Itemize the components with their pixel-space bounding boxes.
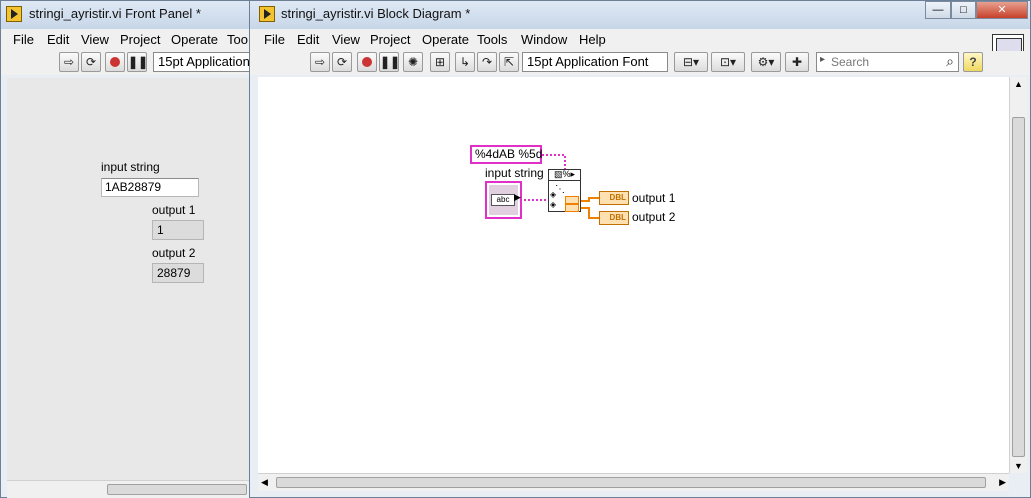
font-selector[interactable]: 15pt Application	[153, 52, 263, 72]
menu-operate[interactable]: Operate	[171, 32, 218, 47]
output-1-indicator: 1	[152, 220, 204, 240]
menu-file[interactable]: File	[13, 32, 34, 47]
output-1-wire	[581, 197, 599, 202]
font-selector[interactable]: 15pt Application Font	[522, 52, 668, 72]
block-diagram-titlebar[interactable]: stringi_ayristir.vi Block Diagram * — □ …	[250, 1, 1030, 29]
input-string-terminal[interactable]: abc ▶	[485, 181, 522, 219]
output-2-indicator: 28879	[152, 263, 204, 283]
scan-format-icon: ⋱	[555, 184, 565, 195]
menu-edit[interactable]: Edit	[47, 32, 69, 47]
input-string-control[interactable]: 1AB28879	[101, 178, 199, 197]
input-string-terminal-label: input string	[485, 166, 544, 180]
search-placeholder: Search	[831, 55, 870, 69]
search-input[interactable]: ▸ Search ⌕	[816, 52, 959, 72]
front-panel-title: stringi_ayristir.vi Front Panel *	[29, 6, 201, 21]
output-1-terminal-label: output 1	[632, 191, 676, 205]
context-help-icon[interactable]: ?	[963, 52, 983, 72]
output-2-wire	[581, 207, 599, 219]
menu-view[interactable]: View	[332, 32, 360, 47]
scroll-right-arrow-icon[interactable]: ▶	[999, 477, 1006, 488]
output-2-terminal[interactable]: DBL	[599, 211, 629, 225]
block-diagram-h-scrollbar[interactable]: ◀ ▶	[258, 473, 1009, 491]
block-diagram-canvas[interactable]: %4dAB %5d input string abc ▶ ▧%▸ ⋱ ◈ ◈ D…	[258, 77, 1009, 473]
input-string-label: input string	[101, 160, 160, 174]
h-scroll-thumb[interactable]	[276, 477, 986, 488]
menu-operate[interactable]: Operate	[422, 32, 469, 47]
scroll-up-arrow-icon[interactable]: ▲	[1014, 79, 1023, 89]
scan-from-string-node[interactable]: ▧%▸ ⋱ ◈ ◈	[548, 169, 581, 212]
clean-up-diagram-icon[interactable]: ✚	[785, 52, 809, 72]
scroll-down-arrow-icon[interactable]: ▼	[1014, 461, 1023, 471]
block-diagram-v-scrollbar[interactable]: ▲ ▼	[1009, 77, 1027, 473]
output-2-label: output 2	[152, 246, 196, 260]
abort-icon[interactable]	[105, 52, 125, 72]
search-icon[interactable]: ⌕	[946, 53, 954, 70]
reorder-icon[interactable]: ⚙▾	[751, 52, 781, 72]
close-button[interactable]: ✕	[976, 1, 1028, 19]
pause-icon[interactable]: ❚❚	[379, 52, 400, 72]
menu-project[interactable]: Project	[370, 32, 410, 47]
scroll-left-arrow-icon[interactable]: ◀	[261, 477, 268, 488]
block-diagram-window: stringi_ayristir.vi Block Diagram * — □ …	[249, 0, 1031, 498]
retain-wire-values-icon[interactable]: ⊞	[430, 52, 450, 72]
labview-vi-icon	[6, 6, 22, 22]
menu-window[interactable]: Window	[521, 32, 567, 47]
front-panel-toolbar: ⇨ ⟳ ❚❚ 15pt Application	[1, 51, 263, 75]
abc-terminal-glyph: abc	[491, 194, 515, 206]
run-arrow-icon[interactable]: ⇨	[310, 52, 330, 72]
v-scroll-thumb[interactable]	[1012, 117, 1025, 457]
run-continuously-icon[interactable]: ⟳	[332, 52, 352, 72]
front-panel-h-scrollbar[interactable]	[7, 480, 257, 498]
abort-icon[interactable]	[357, 52, 377, 72]
front-panel-window: stringi_ayristir.vi Front Panel * File E…	[0, 0, 263, 498]
run-arrow-icon[interactable]: ⇨	[59, 52, 79, 72]
output-2-terminal-label: output 2	[632, 210, 676, 224]
step-into-icon[interactable]: ↳	[455, 52, 475, 72]
format-string-constant[interactable]: %4dAB %5d	[470, 145, 542, 164]
maximize-button[interactable]: □	[951, 1, 976, 19]
highlight-execution-bulb-icon[interactable]: ✺	[403, 52, 423, 72]
menu-view[interactable]: View	[81, 32, 109, 47]
run-continuously-icon[interactable]: ⟳	[81, 52, 101, 72]
menu-tools[interactable]: Tools	[477, 32, 507, 47]
front-panel-h-scroll-thumb[interactable]	[107, 484, 247, 495]
labview-vi-icon	[259, 6, 275, 22]
step-out-icon[interactable]: ⇱	[499, 52, 519, 72]
wires	[520, 154, 599, 219]
front-panel-menubar: File Edit View Project Operate Too	[1, 29, 261, 51]
block-diagram-title: stringi_ayristir.vi Block Diagram *	[281, 6, 471, 21]
output-1-label: output 1	[152, 203, 196, 217]
minimize-button[interactable]: —	[925, 1, 951, 19]
align-objects-icon[interactable]: ⊟▾	[674, 52, 708, 72]
front-panel-canvas[interactable]: input string 1AB28879 output 1 1 output …	[7, 78, 257, 480]
menu-edit[interactable]: Edit	[297, 32, 319, 47]
block-diagram-toolbar: ⇨ ⟳ ❚❚ ✺ ⊞ ↳ ↷ ⇱ 15pt Application Font ⊟…	[250, 51, 1030, 75]
menu-project[interactable]: Project	[120, 32, 160, 47]
menu-file[interactable]: File	[264, 32, 285, 47]
output-1-terminal[interactable]: DBL	[599, 191, 629, 205]
menu-tools[interactable]: Too	[227, 32, 248, 47]
terminal-arrow-icon: ▶	[514, 192, 521, 202]
step-over-icon[interactable]: ↷	[477, 52, 497, 72]
distribute-objects-icon[interactable]: ⊡▾	[711, 52, 745, 72]
menu-help[interactable]: Help	[579, 32, 606, 47]
pause-icon[interactable]: ❚❚	[127, 52, 148, 72]
block-diagram-menubar: File Edit View Project Operate Tools Win…	[250, 29, 1030, 51]
front-panel-titlebar[interactable]: stringi_ayristir.vi Front Panel *	[1, 1, 261, 29]
